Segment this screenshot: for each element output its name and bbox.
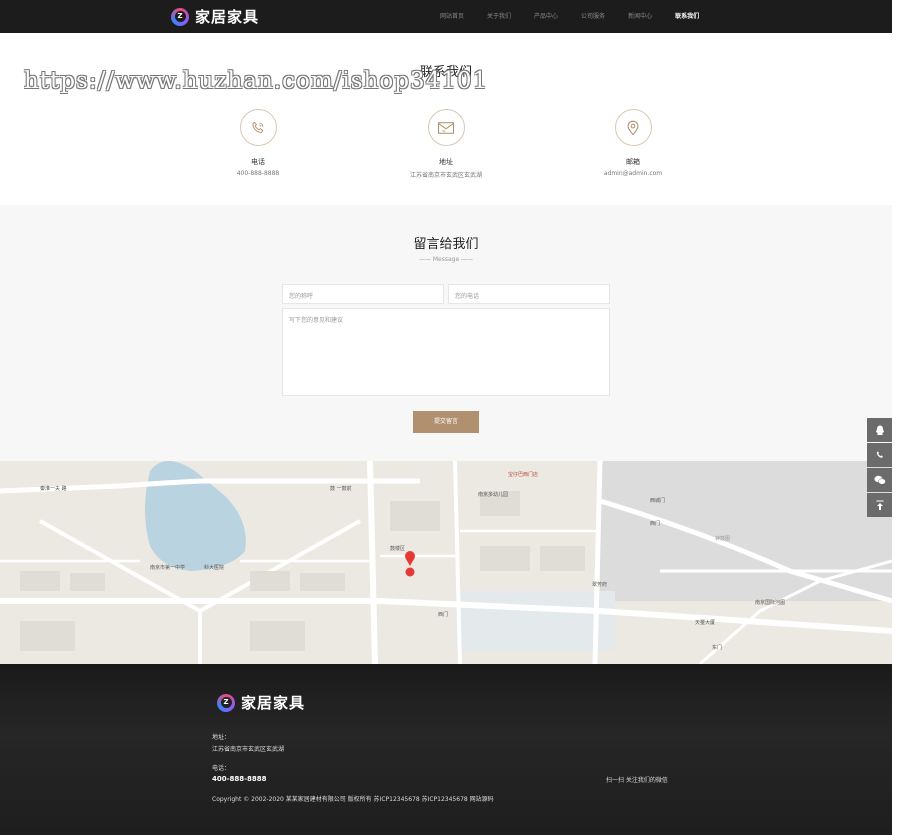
footer-address-label: 地址： bbox=[212, 734, 231, 741]
map-graphic bbox=[0, 461, 892, 664]
map-label: 鼓楼区 bbox=[390, 546, 406, 552]
map-label: 翠芳府 bbox=[592, 582, 608, 588]
submit-button[interactable]: 提交留言 bbox=[413, 411, 479, 433]
qq-icon[interactable] bbox=[867, 418, 892, 442]
footer-qr-caption: 扫一扫 关注我们的微信 bbox=[606, 777, 668, 784]
message-textarea[interactable]: 写下您的意见和建议 bbox=[282, 308, 610, 396]
map-label: 南京国际河图 bbox=[755, 600, 786, 606]
footer-copyright: Copyright © 2002-2020 某某家居建材有限公司 版权所有 苏I… bbox=[212, 796, 494, 803]
map-label: 西门 bbox=[438, 612, 449, 618]
phone-input[interactable]: 您的电话 bbox=[448, 284, 610, 304]
site-logo[interactable]: Z 家居家具 bbox=[171, 6, 259, 27]
map-label: 宝仔巴西门店 bbox=[508, 472, 539, 478]
phone-icon[interactable] bbox=[867, 443, 892, 467]
contact-label: 电话 bbox=[251, 158, 265, 166]
logo-text: 家居家具 bbox=[195, 8, 260, 26]
map-label: 西城门 bbox=[650, 498, 666, 504]
map-label: 东门 bbox=[712, 645, 723, 651]
nav-item-products[interactable]: 产品中心 bbox=[534, 11, 558, 20]
map-label: 南京市第一中学 bbox=[150, 565, 186, 571]
map-label: 科大医院 bbox=[204, 565, 225, 571]
contact-address: 地址 江苏省南京市玄武区玄武湖 bbox=[376, 109, 516, 179]
site-footer: Z 家居家具 地址： 江苏省南京市玄武区玄武湖 电话： 400-888-8888… bbox=[0, 664, 892, 835]
back-to-top-icon[interactable] bbox=[867, 493, 892, 517]
map[interactable]: 秦淮一夫 路 鼓 一鼓前 宝仔巴西门店 南京多幼儿园 西城门 西门 钟鼓图 南京… bbox=[0, 461, 892, 664]
message-section: 留言给我们 —— Message —— 您的称呼 您的电话 写下您的意见和建议 … bbox=[0, 205, 892, 461]
name-input[interactable]: 您的称呼 bbox=[282, 284, 444, 304]
contact-value: 江苏省南京市玄武区玄武湖 bbox=[409, 172, 482, 179]
map-label: 西门 bbox=[650, 521, 661, 527]
map-label: 南京多幼儿园 bbox=[478, 492, 509, 498]
contact-value: 400-888-8888 bbox=[236, 170, 280, 177]
logo-icon: Z bbox=[171, 7, 189, 26]
footer-phone-label: 电话： bbox=[212, 765, 231, 772]
nav-item-news[interactable]: 新闻中心 bbox=[628, 11, 652, 20]
logo-badge: Z bbox=[174, 11, 186, 22]
footer-phone: 400-888-8888 bbox=[212, 775, 267, 783]
logo-icon: Z bbox=[217, 693, 235, 712]
footer-logo[interactable]: Z 家居家具 bbox=[217, 692, 305, 713]
contact-label: 地址 bbox=[439, 158, 453, 166]
contact-label: 邮箱 bbox=[626, 158, 640, 166]
contact-value: admin@admin.com bbox=[603, 170, 663, 177]
nav-item-about[interactable]: 关于我们 bbox=[487, 11, 511, 20]
watermark: https://www.huzhan.com/ishop34101 bbox=[24, 68, 489, 94]
map-label: 钟鼓图 bbox=[715, 536, 731, 542]
map-label: 秦淮一夫 路 bbox=[40, 486, 67, 492]
message-title: 留言给我们 bbox=[413, 237, 479, 252]
phone-icon bbox=[239, 109, 277, 146]
wechat-icon[interactable] bbox=[867, 468, 892, 492]
map-label: 鼓 一鼓前 bbox=[330, 486, 352, 492]
scrollbar-gutter bbox=[892, 0, 900, 835]
footer-logo-text: 家居家具 bbox=[241, 694, 306, 712]
contact-phone: 电话 400-888-8888 bbox=[188, 109, 328, 177]
contact-section: 联系我们 电话 400-888-8888 地址 江苏省南京市玄武区玄武湖 邮箱 … bbox=[0, 33, 892, 205]
location-icon bbox=[614, 109, 652, 146]
logo-badge: Z bbox=[220, 697, 232, 708]
site-header: Z 家居家具 网站首页 关于我们 产品中心 公司服务 新闻中心 联系我们 bbox=[0, 0, 892, 33]
map-label: 天璽大厦 bbox=[695, 620, 716, 626]
floating-side-bar bbox=[867, 418, 892, 518]
contact-email: 邮箱 admin@admin.com bbox=[563, 109, 703, 177]
page: Z 家居家具 网站首页 关于我们 产品中心 公司服务 新闻中心 联系我们 联系我… bbox=[0, 0, 900, 835]
nav-item-services[interactable]: 公司服务 bbox=[581, 11, 605, 20]
message-subtitle: —— Message —— bbox=[418, 256, 474, 263]
nav-item-contact[interactable]: 联系我们 bbox=[675, 11, 699, 20]
mail-icon bbox=[427, 109, 465, 146]
footer-address: 江苏省南京市玄武区玄武湖 bbox=[212, 746, 285, 753]
main-nav: 网站首页 关于我们 产品中心 公司服务 新闻中心 联系我们 bbox=[440, 11, 722, 20]
nav-item-home[interactable]: 网站首页 bbox=[440, 11, 464, 20]
